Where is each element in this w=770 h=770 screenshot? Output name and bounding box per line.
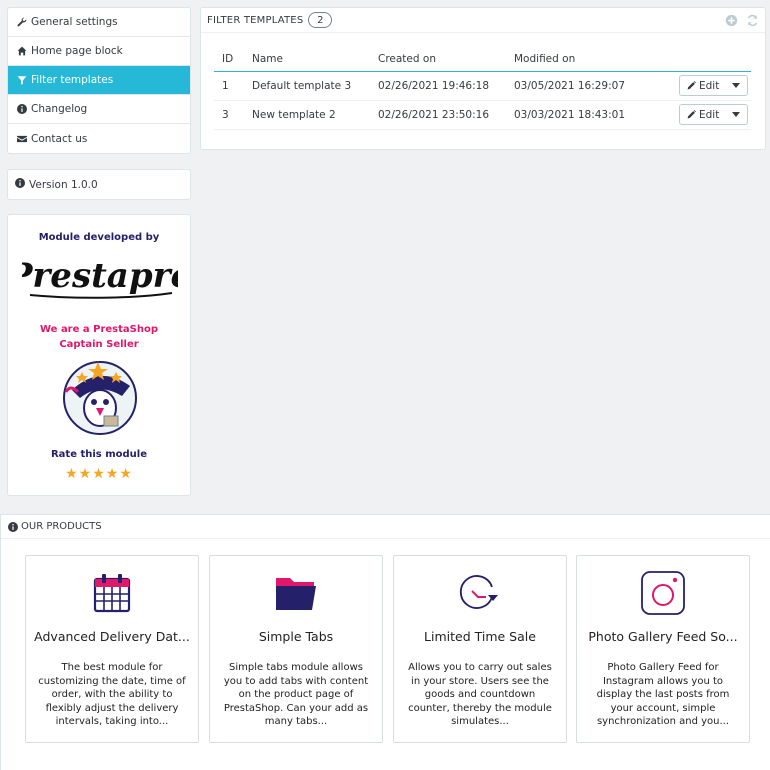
edit-button-group: Edit bbox=[679, 104, 749, 125]
info-icon bbox=[15, 178, 29, 191]
column-header-id[interactable]: ID bbox=[214, 48, 252, 72]
cell-created: 02/26/2021 19:46:18 bbox=[378, 71, 514, 101]
templates-table: ID Name Created on Modified on 1 Default… bbox=[214, 48, 751, 130]
edit-button[interactable]: Edit bbox=[680, 105, 725, 124]
caret-down-icon bbox=[732, 83, 741, 88]
instagram-icon bbox=[641, 571, 685, 615]
developer-title: Module developed by bbox=[38, 232, 160, 243]
cell-created: 02/26/2021 23:50:16 bbox=[378, 100, 514, 130]
filter-templates-panel: Filter templates 2 ID Name Created on Mo… bbox=[200, 7, 766, 150]
product-description: Simple tabs module allows you to add tab… bbox=[223, 662, 369, 727]
plus-circle-icon bbox=[725, 14, 737, 26]
product-card-simple-tabs[interactable]: Simple Tabs Simple tabs module allows yo… bbox=[209, 555, 383, 743]
version-label: Version 1.0.0 bbox=[29, 178, 98, 191]
rate-module-label: Rate this module bbox=[50, 449, 148, 460]
caret-down-icon bbox=[732, 112, 741, 117]
cell-actions: Edit bbox=[679, 100, 751, 130]
info-icon bbox=[8, 521, 18, 532]
product-name: Photo Gallery Feed So... bbox=[588, 629, 738, 644]
edit-button-group: Edit bbox=[679, 75, 749, 96]
sidebar-item-label: Contact us bbox=[31, 132, 88, 145]
panel-heading: Our products bbox=[1, 515, 770, 539]
pencil-icon bbox=[687, 110, 696, 119]
clock-icon bbox=[459, 575, 498, 609]
folder-icon bbox=[276, 578, 316, 610]
panel-heading: Filter templates 2 bbox=[201, 8, 765, 33]
product-name: Advanced Delivery Dat... bbox=[34, 629, 190, 644]
cell-name: New template 2 bbox=[252, 100, 378, 130]
sidebar-item-label: General settings bbox=[31, 16, 118, 28]
column-header-created[interactable]: Created on bbox=[378, 48, 514, 72]
refresh-button[interactable] bbox=[745, 13, 759, 27]
info-icon bbox=[15, 104, 28, 114]
cell-name: Default template 3 bbox=[252, 71, 378, 101]
column-header-modified[interactable]: Modified on bbox=[514, 48, 679, 72]
sidebar-item-general-settings[interactable]: General settings bbox=[8, 8, 190, 37]
panel-title: Our products bbox=[21, 521, 102, 532]
filter-icon bbox=[15, 75, 28, 85]
product-card-photo-gallery-feed[interactable]: Photo Gallery Feed So... Photo Gallery F… bbox=[576, 555, 750, 743]
sidebar-item-label: Changelog bbox=[31, 103, 88, 115]
panel-toolbar bbox=[724, 13, 759, 27]
product-description: Allows you to carry out sales in your st… bbox=[408, 662, 552, 727]
product-card-limited-time-sale[interactable]: Limited Time Sale Allows you to carry ou… bbox=[393, 555, 567, 743]
cell-id: 1 bbox=[214, 71, 252, 101]
developer-panel: Module developed by Prestapro We are a P… bbox=[7, 214, 191, 496]
cell-actions: Edit bbox=[679, 71, 751, 101]
sidebar-item-label: Filter templates bbox=[31, 74, 114, 86]
product-description: The best module for customizing the date… bbox=[38, 662, 186, 727]
product-name: Limited Time Sale bbox=[424, 629, 536, 644]
pencil-icon bbox=[687, 81, 696, 90]
envelope-icon bbox=[15, 134, 28, 144]
column-header-actions bbox=[679, 48, 751, 72]
product-name: Simple Tabs bbox=[258, 629, 334, 644]
edit-label: Edit bbox=[699, 108, 720, 121]
actions-dropdown-toggle[interactable] bbox=[725, 76, 747, 95]
version-panel: Version 1.0.0 bbox=[7, 169, 191, 200]
sidebar-item-home-page-block[interactable]: Home page block bbox=[8, 37, 190, 66]
calendar-icon bbox=[93, 574, 131, 613]
table-row[interactable]: 3 New template 2 02/26/2021 23:50:16 03/… bbox=[214, 100, 751, 130]
actions-dropdown-toggle[interactable] bbox=[725, 105, 747, 124]
sidebar-item-label: Home page block bbox=[31, 45, 123, 57]
table-header-row: ID Name Created on Modified on bbox=[214, 48, 751, 72]
count-badge: 2 bbox=[308, 12, 333, 28]
sidebar: General settings Home page block Filter … bbox=[7, 7, 191, 496]
wrench-icon bbox=[15, 17, 28, 27]
cell-id: 3 bbox=[214, 100, 252, 130]
column-header-name[interactable]: Name bbox=[252, 48, 378, 72]
sidebar-item-changelog[interactable]: Changelog bbox=[8, 95, 190, 124]
product-description: Photo Gallery Feed for Instagram allows … bbox=[596, 662, 730, 727]
cell-modified: 03/05/2021 16:29:07 bbox=[514, 71, 679, 101]
sidebar-item-filter-templates[interactable]: Filter templates bbox=[8, 66, 190, 95]
svg-text:Prestapro: Prestapro bbox=[22, 256, 178, 296]
sidebar-item-contact-us[interactable]: Contact us bbox=[8, 124, 190, 153]
add-new-button[interactable] bbox=[724, 13, 738, 27]
panel-title: Filter templates bbox=[207, 14, 304, 26]
captain-mascot-image bbox=[63, 361, 137, 435]
home-icon bbox=[15, 46, 28, 56]
settings-menu: General settings Home page block Filter … bbox=[7, 7, 191, 154]
edit-label: Edit bbox=[699, 79, 720, 92]
edit-button[interactable]: Edit bbox=[680, 76, 725, 95]
table-row[interactable]: 1 Default template 3 02/26/2021 19:46:18… bbox=[214, 71, 751, 101]
prestapro-logo[interactable]: Prestapro bbox=[22, 255, 178, 301]
our-products-panel: Our products Advanced Delivery Dat... Th… bbox=[0, 514, 770, 770]
rating-stars[interactable]: ★★★★★ bbox=[8, 466, 190, 482]
cell-modified: 03/03/2021 18:43:01 bbox=[514, 100, 679, 130]
refresh-icon bbox=[747, 14, 757, 26]
captain-seller-text: We are a PrestaShop Captain Seller bbox=[40, 324, 158, 350]
product-card-advanced-delivery-date[interactable]: Advanced Delivery Dat... The best module… bbox=[25, 555, 199, 743]
